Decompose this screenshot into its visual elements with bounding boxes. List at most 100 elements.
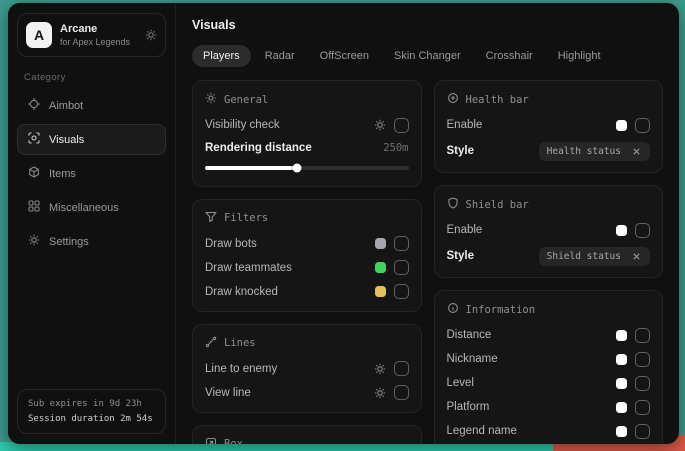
shield-enable-checkbox[interactable] bbox=[635, 223, 650, 238]
row-rendering-distance: Rendering distance 250m bbox=[205, 137, 409, 158]
draw-knocked-checkbox[interactable] bbox=[394, 284, 409, 299]
sidebar-item-visuals[interactable]: Visuals bbox=[17, 124, 166, 155]
row-team-number: Team number bbox=[447, 443, 651, 444]
close-icon[interactable] bbox=[631, 146, 642, 157]
row-label: Line to enemy bbox=[205, 363, 277, 375]
settings-gear-icon[interactable] bbox=[374, 119, 386, 131]
color-swatch[interactable] bbox=[375, 286, 386, 297]
section-title: Health bar bbox=[466, 94, 529, 106]
settings-gear-icon[interactable] bbox=[374, 387, 386, 399]
color-swatch[interactable] bbox=[616, 426, 627, 437]
color-swatch[interactable] bbox=[616, 225, 627, 236]
line-to-enemy-checkbox[interactable] bbox=[394, 361, 409, 376]
row-shield-style: Style Shield status bbox=[447, 242, 651, 270]
right-column: Health bar Enable Style Health status bbox=[434, 80, 664, 444]
color-swatch[interactable] bbox=[616, 402, 627, 413]
row-label: Rendering distance bbox=[205, 142, 312, 154]
color-swatch[interactable] bbox=[375, 238, 386, 249]
distance-checkbox[interactable] bbox=[635, 328, 650, 343]
row-visibility-check: Visibility check bbox=[205, 113, 409, 137]
tab-crosshair[interactable]: Crosshair bbox=[475, 45, 544, 67]
section-title: General bbox=[224, 94, 268, 106]
app-window: A Arcane for Apex Legends Category Aimbo… bbox=[8, 3, 679, 444]
section-general: General Visibility check Rendering dista… bbox=[192, 80, 422, 187]
row-health-style: Style Health status bbox=[447, 137, 651, 165]
sub-expires-text: Sub expires in 9d 23h bbox=[28, 399, 155, 409]
sidebar-item-label: Items bbox=[49, 168, 76, 180]
row-legend-name: Legend name bbox=[447, 419, 651, 443]
nickname-checkbox[interactable] bbox=[635, 352, 650, 367]
slider-thumb[interactable] bbox=[292, 163, 301, 172]
account-gear-icon[interactable] bbox=[145, 29, 157, 41]
tab-offscreen[interactable]: OffScreen bbox=[309, 45, 380, 67]
row-label: Style bbox=[447, 250, 475, 262]
slider-value: 250m bbox=[383, 142, 408, 154]
platform-checkbox[interactable] bbox=[635, 400, 650, 415]
color-swatch[interactable] bbox=[616, 354, 627, 365]
scan-eye-icon bbox=[28, 132, 40, 147]
color-swatch[interactable] bbox=[616, 330, 627, 341]
sidebar-item-aimbot[interactable]: Aimbot bbox=[17, 90, 166, 121]
tab-highlight[interactable]: Highlight bbox=[547, 45, 612, 67]
health-enable-checkbox[interactable] bbox=[635, 118, 650, 133]
sidebar-item-items[interactable]: Items bbox=[17, 158, 166, 189]
gear-icon bbox=[28, 234, 40, 249]
session-duration-text: Session duration 2m 54s bbox=[28, 414, 155, 424]
row-level: Level bbox=[447, 371, 651, 395]
sidebar-item-settings[interactable]: Settings bbox=[17, 226, 166, 257]
line-icon bbox=[205, 336, 217, 351]
row-health-enable: Enable bbox=[447, 113, 651, 137]
rendering-distance-slider[interactable] bbox=[205, 166, 409, 170]
left-column: General Visibility check Rendering dista… bbox=[192, 80, 422, 444]
row-label: Platform bbox=[447, 401, 490, 413]
app-logo: A bbox=[26, 22, 52, 48]
slider-fill bbox=[205, 166, 297, 170]
row-draw-teammates: Draw teammates bbox=[205, 256, 409, 280]
view-line-checkbox[interactable] bbox=[394, 385, 409, 400]
level-checkbox[interactable] bbox=[635, 376, 650, 391]
tab-skin-changer[interactable]: Skin Changer bbox=[383, 45, 472, 67]
legend-name-checkbox[interactable] bbox=[635, 424, 650, 439]
section-filters: Filters Draw bots Draw teammates bbox=[192, 199, 422, 312]
close-icon[interactable] bbox=[631, 251, 642, 262]
row-label: Style bbox=[447, 145, 475, 157]
row-nickname: Nickname bbox=[447, 347, 651, 371]
info-icon bbox=[447, 302, 459, 317]
row-label: Enable bbox=[447, 224, 483, 236]
draw-teammates-checkbox[interactable] bbox=[394, 260, 409, 275]
row-shield-enable: Enable bbox=[447, 218, 651, 242]
row-label: Draw knocked bbox=[205, 286, 278, 298]
row-label: Visibility check bbox=[205, 119, 280, 131]
section-title: Lines bbox=[224, 337, 256, 349]
section-lines: Lines Line to enemy View line bbox=[192, 324, 422, 413]
section-box: Box Enable Enable background bbox=[192, 425, 422, 445]
row-label: Enable bbox=[447, 119, 483, 131]
tab-bar: Players Radar OffScreen Skin Changer Cro… bbox=[192, 45, 663, 67]
page-title: Visuals bbox=[192, 18, 663, 32]
visibility-check-checkbox[interactable] bbox=[394, 118, 409, 133]
selected-style: Health status bbox=[547, 146, 621, 157]
app-name: Arcane bbox=[60, 23, 137, 35]
shield-style-select[interactable]: Shield status bbox=[539, 247, 650, 266]
tab-radar[interactable]: Radar bbox=[254, 45, 306, 67]
health-style-select[interactable]: Health status bbox=[539, 142, 650, 161]
brand-card: A Arcane for Apex Legends bbox=[17, 13, 166, 57]
section-information: Information Distance Nickname bbox=[434, 290, 664, 444]
draw-bots-checkbox[interactable] bbox=[394, 236, 409, 251]
row-label: View line bbox=[205, 387, 251, 399]
settings-gear-icon[interactable] bbox=[374, 363, 386, 375]
row-label: Draw bots bbox=[205, 238, 257, 250]
section-title: Box bbox=[224, 438, 243, 444]
cube-icon bbox=[28, 166, 40, 181]
row-label: Draw teammates bbox=[205, 262, 292, 274]
color-swatch[interactable] bbox=[375, 262, 386, 273]
row-distance: Distance bbox=[447, 323, 651, 347]
color-swatch[interactable] bbox=[616, 120, 627, 131]
tab-players[interactable]: Players bbox=[192, 45, 251, 67]
row-label: Level bbox=[447, 377, 475, 389]
shield-icon bbox=[447, 197, 459, 212]
row-label: Distance bbox=[447, 329, 492, 341]
row-draw-bots: Draw bots bbox=[205, 232, 409, 256]
sidebar-item-miscellaneous[interactable]: Miscellaneous bbox=[17, 192, 166, 223]
color-swatch[interactable] bbox=[616, 378, 627, 389]
